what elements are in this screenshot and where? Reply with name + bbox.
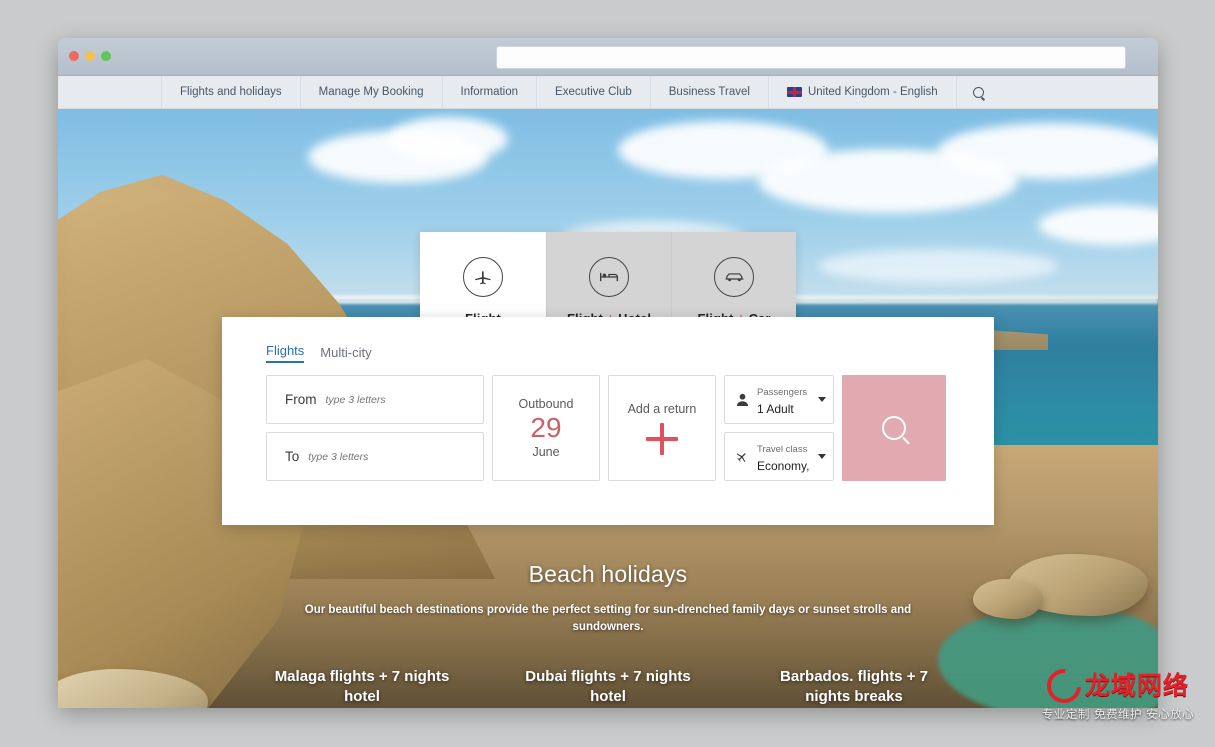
outbound-label: Outbound <box>518 397 574 412</box>
travel-class-value: Economy, U <box>757 458 811 473</box>
travel-class-dropdown[interactable]: Travel class Economy, U <box>724 432 834 481</box>
watermark-tagline: 专业定制 免费维护 安心放心 <box>1041 706 1195 721</box>
close-window-button[interactable] <box>69 51 79 61</box>
screenshot-root: Flights and holidays Manage My Booking I… <box>0 0 1215 747</box>
add-return-button[interactable]: Add a return <box>608 375 716 481</box>
outbound-day: 29 <box>530 412 562 444</box>
uk-flag-icon <box>786 87 802 97</box>
airplane-icon <box>463 256 503 297</box>
nav-search-button[interactable] <box>955 76 1000 108</box>
search-flights-button[interactable] <box>842 375 946 481</box>
outbound-month: June <box>532 444 560 459</box>
browser-titlebar <box>58 38 1158 76</box>
site-navigation: Flights and holidays Manage My Booking I… <box>58 76 1158 109</box>
nav-item-flights-and-holidays[interactable]: Flights and holidays <box>161 76 300 108</box>
search-fields: From To Outbound 29 June <box>266 375 946 481</box>
outbound-date-picker[interactable]: Outbound 29 June <box>492 375 600 481</box>
hero-copy: Beach holidays Our beautiful beach desti… <box>58 561 1158 637</box>
locale-label: United Kingdom - English <box>807 86 938 98</box>
window-controls <box>69 51 111 61</box>
passengers-value: 1 Adult <box>757 401 794 416</box>
watermark-brand: 龙域网络 <box>1084 671 1189 700</box>
to-input[interactable] <box>308 450 429 463</box>
address-bar-input[interactable] <box>497 47 1125 68</box>
nav-item-manage-my-booking[interactable]: Manage My Booking <box>299 76 442 108</box>
travel-class-text: Travel class Economy, U <box>757 439 811 475</box>
watermark: 龙域网络 专业定制 免费维护 安心放心 <box>1032 661 1204 723</box>
nav-left-spacer <box>58 76 161 108</box>
cloud-shape <box>388 117 508 161</box>
nav-item-information[interactable]: Information <box>441 76 537 108</box>
from-input[interactable] <box>325 393 446 406</box>
hero-subtitle: Our beautiful beach destinations provide… <box>304 604 912 634</box>
passengers-dropdown[interactable]: Passengers 1 Adult <box>724 375 834 424</box>
person-icon <box>734 392 750 408</box>
nav-label: Manage My Booking <box>318 86 424 98</box>
nav-label: Information <box>460 86 519 98</box>
hero-banner: Flight Flight + Hotel <box>58 109 1158 708</box>
watermark-logo: 龙域网络 <box>1040 661 1189 710</box>
chevron-down-icon <box>818 454 826 459</box>
origin-destination-column: From To <box>266 375 484 481</box>
hero-title: Beach holidays <box>528 561 688 587</box>
plus-icon <box>646 422 678 455</box>
to-field[interactable]: To <box>266 432 484 481</box>
nav-label: Executive Club <box>555 86 632 98</box>
from-label: From <box>285 392 317 407</box>
hotel-bed-icon <box>589 256 629 297</box>
nav-label: Flights and holidays <box>180 86 282 98</box>
cloud-shape <box>818 249 1058 283</box>
promo-link-barbados[interactable]: Barbados. flights + 7 nights breaks <box>759 667 949 708</box>
passengers-label: Passengers <box>757 386 808 398</box>
to-label: To <box>285 449 300 464</box>
tab-multi-city[interactable]: Multi-city <box>320 345 371 363</box>
passenger-class-column: Passengers 1 Adult Travel class Economy, <box>724 375 834 481</box>
tab-flights[interactable]: Flights <box>266 343 305 363</box>
browser-window: Flights and holidays Manage My Booking I… <box>58 38 1158 708</box>
nav-item-executive-club[interactable]: Executive Club <box>536 76 650 108</box>
address-bar[interactable] <box>496 46 1126 69</box>
passengers-text: Passengers 1 Adult <box>757 382 811 418</box>
car-icon <box>714 256 754 297</box>
maximize-window-button[interactable] <box>101 51 111 61</box>
promo-links: Malaga flights + 7 nights hotel Dubai fl… <box>58 667 1158 708</box>
add-return-label: Add a return <box>627 401 697 416</box>
search-icon <box>882 416 906 440</box>
search-icon <box>972 86 984 98</box>
chevron-down-icon <box>818 397 826 402</box>
promo-link-dubai[interactable]: Dubai flights + 7 nights hotel <box>513 667 703 708</box>
nav-label: Business Travel <box>668 86 750 98</box>
promo-link-malaga[interactable]: Malaga flights + 7 nights hotel <box>267 667 457 708</box>
cloud-shape <box>938 123 1158 179</box>
flight-search-panel: Flights Multi-city From To <box>222 317 994 525</box>
ring-logo-icon <box>1040 661 1088 710</box>
nav-item-locale-selector[interactable]: United Kingdom - English <box>767 76 956 108</box>
nav-item-business-travel[interactable]: Business Travel <box>649 76 768 108</box>
search-panel-tabs: Flights Multi-city <box>266 343 372 363</box>
travel-class-label: Travel class <box>757 443 808 455</box>
from-field[interactable]: From <box>266 375 484 424</box>
minimize-window-button[interactable] <box>85 51 95 61</box>
airplane-icon <box>734 449 750 465</box>
